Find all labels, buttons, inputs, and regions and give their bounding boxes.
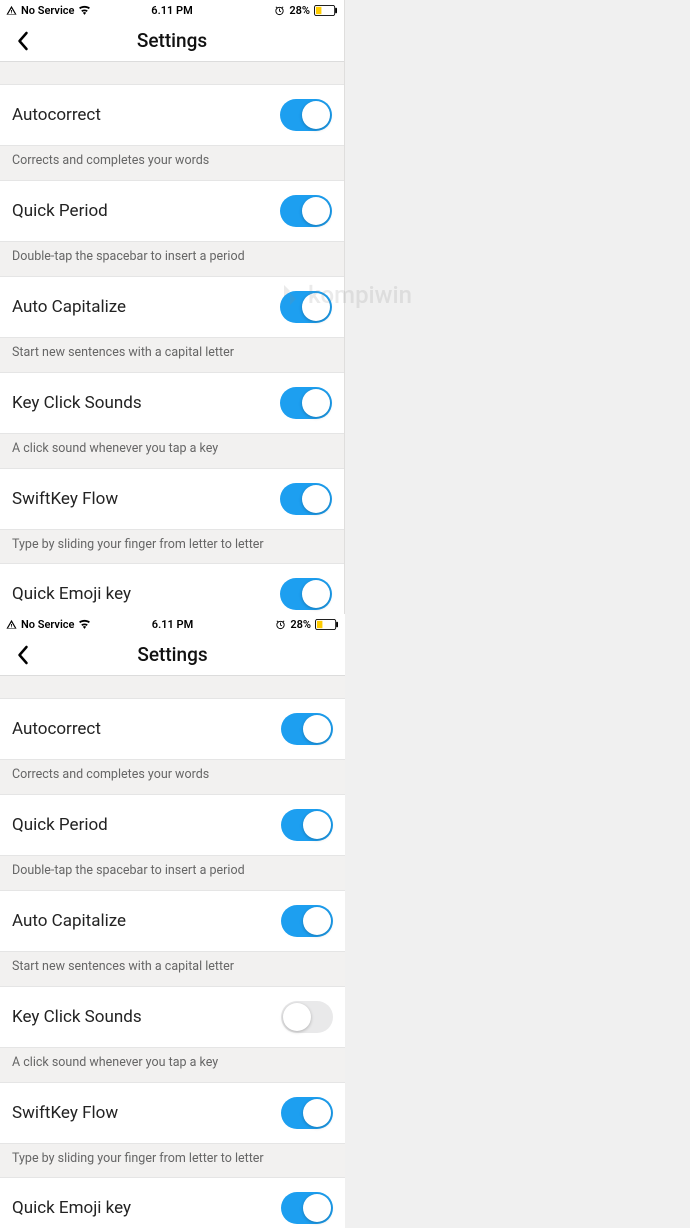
battery-icon bbox=[314, 5, 338, 16]
emoji-row: Quick Emoji key bbox=[0, 563, 344, 614]
chevron-left-icon bbox=[15, 645, 30, 665]
auto-capitalize-row: Auto Capitalize bbox=[0, 276, 344, 338]
settings-list[interactable]: Autocorrect Corrects and completes your … bbox=[0, 676, 345, 1228]
key-click-desc: A click sound whenever you tap a key bbox=[0, 1048, 345, 1082]
warning-icon bbox=[6, 5, 17, 16]
quick-period-row: Quick Period bbox=[0, 794, 345, 856]
clock-text: 6.11 PM bbox=[151, 4, 192, 17]
flow-row: SwiftKey Flow bbox=[0, 468, 344, 530]
key-click-desc: A click sound whenever you tap a key bbox=[0, 434, 344, 468]
nav-bar: Settings bbox=[0, 20, 344, 62]
quick-period-desc: Double-tap the spacebar to insert a peri… bbox=[0, 856, 345, 890]
flow-desc: Type by sliding your finger from letter … bbox=[0, 530, 344, 564]
back-button[interactable] bbox=[8, 27, 36, 55]
emoji-label: Quick Emoji key bbox=[12, 1198, 131, 1218]
key-click-label: Key Click Sounds bbox=[12, 393, 142, 413]
emoji-row: Quick Emoji key bbox=[0, 1177, 345, 1228]
back-button[interactable] bbox=[8, 641, 36, 669]
status-bar: No Service 6.11 PM 28% bbox=[0, 0, 344, 20]
flow-toggle[interactable] bbox=[281, 1097, 333, 1129]
phone-right: No Service 6.11 PM 28% Settings Autocorr… bbox=[0, 614, 345, 1228]
flow-desc: Type by sliding your finger from letter … bbox=[0, 1144, 345, 1178]
autocorrect-toggle[interactable] bbox=[281, 713, 333, 745]
auto-capitalize-desc: Start new sentences with a capital lette… bbox=[0, 952, 345, 986]
key-click-toggle[interactable] bbox=[281, 1001, 333, 1033]
settings-list[interactable]: Autocorrect Corrects and completes your … bbox=[0, 62, 344, 614]
chevron-left-icon bbox=[15, 31, 30, 51]
flow-label: SwiftKey Flow bbox=[12, 489, 118, 509]
carrier-text: No Service bbox=[21, 4, 74, 17]
autocorrect-row: Autocorrect bbox=[0, 84, 344, 146]
autocorrect-desc: Corrects and completes your words bbox=[0, 760, 345, 794]
autocorrect-toggle[interactable] bbox=[280, 99, 332, 131]
alarm-icon bbox=[274, 5, 285, 16]
key-click-toggle[interactable] bbox=[280, 387, 332, 419]
emoji-toggle[interactable] bbox=[280, 578, 332, 610]
emoji-toggle[interactable] bbox=[281, 1192, 333, 1224]
auto-capitalize-desc: Start new sentences with a capital lette… bbox=[0, 338, 344, 372]
quick-period-label: Quick Period bbox=[12, 815, 108, 835]
auto-capitalize-toggle[interactable] bbox=[280, 291, 332, 323]
flow-row: SwiftKey Flow bbox=[0, 1082, 345, 1144]
quick-period-row: Quick Period bbox=[0, 180, 344, 242]
flow-toggle[interactable] bbox=[280, 483, 332, 515]
emoji-label: Quick Emoji key bbox=[12, 584, 131, 604]
wifi-icon bbox=[78, 619, 91, 629]
autocorrect-row: Autocorrect bbox=[0, 698, 345, 760]
wifi-icon bbox=[78, 5, 91, 15]
alarm-icon bbox=[275, 619, 286, 630]
key-click-label: Key Click Sounds bbox=[12, 1007, 142, 1027]
flow-label: SwiftKey Flow bbox=[12, 1103, 118, 1123]
quick-period-toggle[interactable] bbox=[280, 195, 332, 227]
page-title: Settings bbox=[137, 29, 207, 52]
battery-percent: 28% bbox=[289, 4, 310, 17]
clock-text: 6.11 PM bbox=[152, 618, 193, 631]
quick-period-desc: Double-tap the spacebar to insert a peri… bbox=[0, 242, 344, 276]
key-click-row: Key Click Sounds bbox=[0, 372, 344, 434]
auto-capitalize-toggle[interactable] bbox=[281, 905, 333, 937]
status-bar: No Service 6.11 PM 28% bbox=[0, 614, 345, 634]
auto-capitalize-label: Auto Capitalize bbox=[12, 297, 126, 317]
autocorrect-label: Autocorrect bbox=[12, 719, 101, 739]
phone-left: No Service 6.11 PM 28% Settings Autocorr… bbox=[0, 0, 345, 614]
key-click-row: Key Click Sounds bbox=[0, 986, 345, 1048]
warning-icon bbox=[6, 619, 17, 630]
page-title: Settings bbox=[137, 643, 207, 666]
autocorrect-label: Autocorrect bbox=[12, 105, 101, 125]
quick-period-toggle[interactable] bbox=[281, 809, 333, 841]
auto-capitalize-label: Auto Capitalize bbox=[12, 911, 126, 931]
quick-period-label: Quick Period bbox=[12, 201, 108, 221]
nav-bar: Settings bbox=[0, 634, 345, 676]
battery-icon bbox=[315, 619, 339, 630]
auto-capitalize-row: Auto Capitalize bbox=[0, 890, 345, 952]
carrier-text: No Service bbox=[21, 618, 74, 631]
battery-percent: 28% bbox=[290, 618, 311, 631]
autocorrect-desc: Corrects and completes your words bbox=[0, 146, 344, 180]
